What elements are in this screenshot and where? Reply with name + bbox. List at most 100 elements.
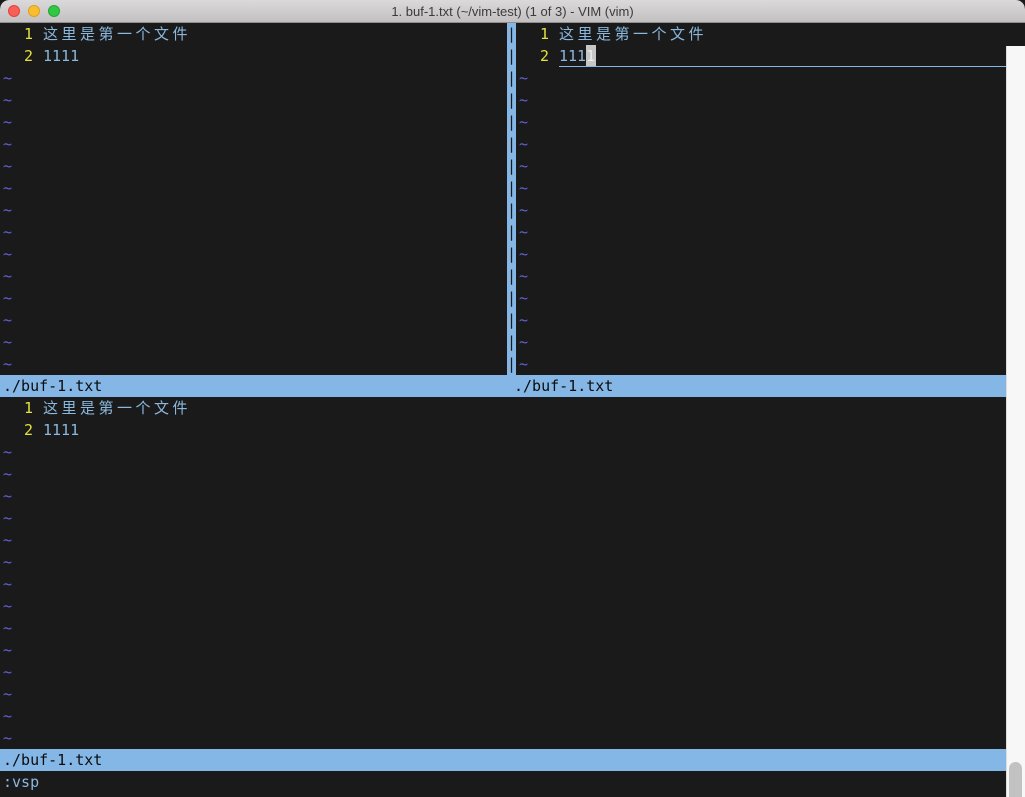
line-text: 1111 (43, 47, 79, 65)
scrollbar[interactable] (1006, 46, 1025, 797)
tilde-row: ~ (0, 639, 1006, 661)
tilde-row: ~ (516, 133, 1006, 155)
tilde-row: ~ (0, 661, 1006, 683)
tilde-glyph: ~ (519, 311, 528, 329)
tilde-glyph: ~ (3, 201, 12, 219)
tilde-glyph: ~ (3, 311, 12, 329)
buffer-line: 1这里是第一个文件 (516, 23, 1006, 45)
tilde-glyph: ~ (3, 663, 12, 681)
separator-glyph: | (507, 45, 516, 67)
tilde-glyph: ~ (3, 91, 12, 109)
tilde-row: ~ (0, 485, 1006, 507)
separator-glyph: | (507, 177, 516, 199)
tilde-glyph: ~ (3, 641, 12, 659)
tilde-row: ~ (516, 199, 1006, 221)
tilde-glyph: ~ (3, 157, 12, 175)
tilde-glyph: ~ (3, 729, 12, 747)
buffer-line-with-cursor: 21111 (516, 45, 1006, 67)
tilde-row: ~ (516, 287, 1006, 309)
tilde-glyph: ~ (519, 91, 528, 109)
separator-glyph: | (507, 353, 516, 375)
tilde-row: ~ (0, 199, 507, 221)
tilde-row: ~ (516, 89, 1006, 111)
tilde-row: ~ (0, 727, 1006, 749)
tilde-glyph: ~ (3, 179, 12, 197)
tilde-glyph: ~ (3, 531, 12, 549)
line-number: 1 (519, 23, 549, 45)
tilde-row: ~ (516, 309, 1006, 331)
separator-glyph: | (507, 309, 516, 331)
tilde-row: ~ (0, 243, 507, 265)
tilde-glyph: ~ (519, 201, 528, 219)
statusline-file: ./buf-1.txt (3, 749, 102, 771)
tilde-glyph: ~ (519, 69, 528, 87)
tilde-row: ~ (0, 683, 1006, 705)
tilde-row: ~ (0, 441, 1006, 463)
tilde-row: ~ (0, 155, 507, 177)
statusline-top[interactable]: ./buf-1.txt ./buf-1.txt (0, 375, 1006, 397)
tilde-glyph: ~ (519, 333, 528, 351)
tilde-glyph: ~ (519, 157, 528, 175)
pane-bottom[interactable]: 1这里是第一个文件 21111 ~~~~~~~~~~~~~~ (0, 397, 1006, 749)
tilde-glyph: ~ (3, 245, 12, 263)
tilde-row: ~ (516, 155, 1006, 177)
line-text: 1111 (43, 421, 79, 439)
tilde-fill: ~~~~~~~~~~~~~~ (0, 441, 1006, 749)
command-line[interactable]: :vsp (0, 771, 1006, 793)
line-number: 2 (519, 45, 549, 67)
separator-glyph: | (507, 23, 516, 45)
tilde-glyph: ~ (3, 465, 12, 483)
tilde-row: ~ (516, 331, 1006, 353)
tilde-glyph: ~ (3, 333, 12, 351)
tilde-row: ~ (0, 617, 1006, 639)
vim-terminal: 1这里是第一个文件 21111 ~~~~~~~~~~~~~~ |||||||||… (0, 23, 1025, 797)
tilde-row: ~ (0, 529, 1006, 551)
line-number: 2 (3, 419, 33, 441)
separator-glyph: | (507, 287, 516, 309)
tilde-row: ~ (516, 265, 1006, 287)
separator-glyph: | (507, 155, 516, 177)
tilde-glyph: ~ (519, 179, 528, 197)
line-text: 这里是第一个文件 (43, 399, 191, 417)
tilde-row: ~ (0, 309, 507, 331)
tilde-glyph: ~ (3, 443, 12, 461)
tilde-fill: ~~~~~~~~~~~~~~ (0, 67, 507, 375)
tilde-row: ~ (0, 133, 507, 155)
separator-glyph: | (507, 133, 516, 155)
tilde-glyph: ~ (519, 223, 528, 241)
separator-glyph: | (507, 243, 516, 265)
tilde-row: ~ (0, 705, 1006, 727)
tilde-row: ~ (0, 221, 507, 243)
statusline-file-right: ./buf-1.txt (514, 375, 613, 397)
tilde-glyph: ~ (3, 113, 12, 131)
scrollbar-thumb[interactable] (1009, 762, 1022, 797)
pane-top-left[interactable]: 1这里是第一个文件 21111 ~~~~~~~~~~~~~~ (0, 23, 507, 375)
vertical-separator[interactable]: |||||||||||||||| (507, 23, 516, 375)
tilde-fill: ~~~~~~~~~~~~~~ (516, 67, 1006, 375)
tilde-glyph: ~ (3, 487, 12, 505)
tilde-row: ~ (0, 551, 1006, 573)
line-text: 这里是第一个文件 (43, 25, 191, 43)
line-number: 2 (3, 45, 33, 67)
tilde-glyph: ~ (519, 355, 528, 373)
tilde-glyph: ~ (3, 69, 12, 87)
tilde-glyph: ~ (3, 685, 12, 703)
statusline-bottom[interactable]: ./buf-1.txt (0, 749, 1006, 771)
buffer-line: 1这里是第一个文件 (0, 23, 507, 45)
tilde-row: ~ (516, 177, 1006, 199)
tilde-row: ~ (0, 331, 507, 353)
tilde-row: ~ (516, 243, 1006, 265)
tilde-glyph: ~ (3, 289, 12, 307)
separator-glyph: | (507, 331, 516, 353)
tilde-glyph: ~ (519, 113, 528, 131)
tilde-glyph: ~ (3, 707, 12, 725)
titlebar[interactable]: 1. buf-1.txt (~/vim-test) (1 of 3) - VIM… (0, 0, 1025, 23)
pane-top-right[interactable]: 1这里是第一个文件 21111 ~~~~~~~~~~~~~~ (516, 23, 1006, 375)
window-title: 1. buf-1.txt (~/vim-test) (1 of 3) - VIM… (0, 0, 1025, 23)
tilde-row: ~ (0, 89, 507, 111)
tilde-glyph: ~ (3, 575, 12, 593)
separator-glyph: | (507, 67, 516, 89)
tilde-glyph: ~ (3, 619, 12, 637)
tilde-glyph: ~ (3, 267, 12, 285)
tilde-row: ~ (0, 67, 507, 89)
